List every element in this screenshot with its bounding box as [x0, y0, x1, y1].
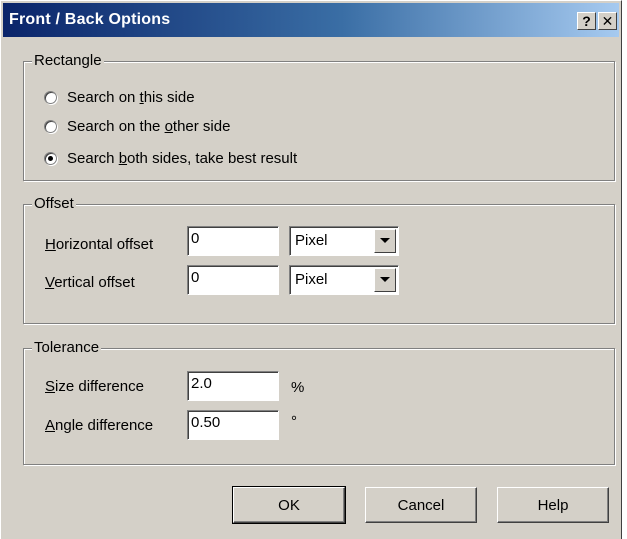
radio-search-both-sides[interactable]: Search both sides, take best result — [44, 148, 297, 168]
angle-difference-label: Angle difference — [45, 417, 154, 434]
horizontal-offset-unit-select[interactable]: Pixel — [289, 226, 399, 256]
tolerance-group-label: Tolerance — [32, 339, 102, 357]
degree-unit-label: ° — [291, 413, 297, 430]
vertical-offset-input[interactable]: 0 — [187, 265, 279, 295]
percent-unit-label: % — [291, 379, 305, 396]
size-difference-label: Size difference — [45, 378, 144, 395]
tolerance-group: Tolerance Size difference 2.0 % Angle di… — [23, 339, 615, 465]
cancel-button[interactable]: Cancel — [365, 487, 477, 523]
radio-label: Search on this side — [67, 88, 195, 106]
select-value: Pixel — [295, 232, 328, 249]
offset-group-label: Offset — [32, 195, 76, 213]
dialog-window: Front / Back Options ? ✕ Rectangle Searc… — [0, 0, 622, 539]
vertical-offset-unit-select[interactable]: Pixel — [289, 265, 399, 295]
help-button[interactable]: Help — [497, 487, 609, 523]
chevron-down-icon[interactable] — [374, 268, 396, 292]
horizontal-offset-input[interactable]: 0 — [187, 226, 279, 256]
size-difference-input[interactable]: 2.0 — [187, 371, 279, 401]
select-value: Pixel — [295, 271, 328, 288]
window-title: Front / Back Options — [9, 11, 171, 28]
radio-label: Search on the other side — [67, 117, 231, 135]
ok-button[interactable]: OK — [232, 486, 346, 524]
horizontal-offset-label: Horizontal offset — [45, 236, 154, 253]
offset-group: Offset Horizontal offset 0 Pixel Vertica… — [23, 195, 615, 324]
chevron-down-icon[interactable] — [374, 229, 396, 253]
radio-label: Search both sides, take best result — [67, 149, 298, 167]
angle-difference-input[interactable]: 0.50 — [187, 410, 279, 440]
help-icon[interactable]: ? — [577, 12, 596, 30]
radio-button[interactable] — [44, 90, 57, 104]
radio-button-selected[interactable] — [44, 151, 57, 165]
radio-search-this-side[interactable]: Search on this side — [44, 87, 195, 107]
vertical-offset-label: Vertical offset — [45, 274, 135, 291]
radio-search-other-side[interactable]: Search on the other side — [44, 116, 230, 136]
radio-button[interactable] — [44, 119, 57, 133]
title-bar[interactable]: Front / Back Options ? ✕ — [3, 3, 619, 37]
rectangle-group: Rectangle Search on this side Search on … — [23, 52, 615, 181]
rectangle-group-label: Rectangle — [32, 52, 104, 70]
close-icon[interactable]: ✕ — [598, 12, 617, 30]
